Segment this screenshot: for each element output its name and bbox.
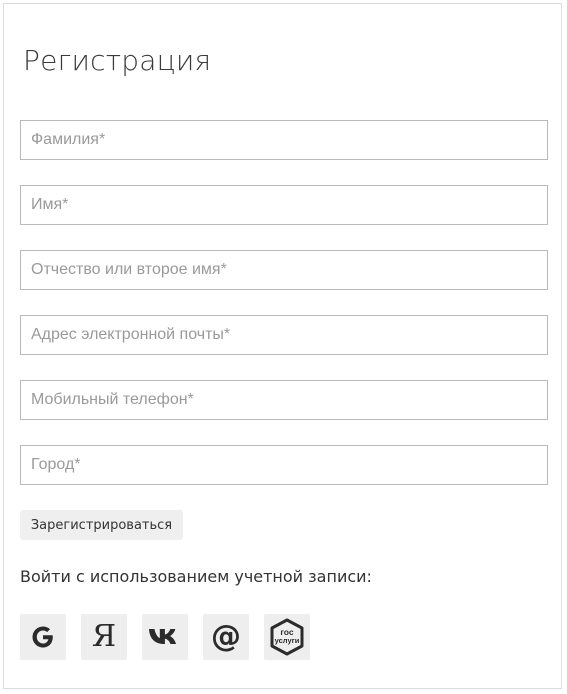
register-button[interactable]: Зарегистрироваться: [20, 510, 183, 540]
yandex-icon: Я: [91, 619, 117, 654]
google-login-button[interactable]: [20, 614, 66, 660]
email-field[interactable]: [20, 315, 548, 355]
gosuslugi-icon: гос услуги: [270, 618, 304, 656]
social-login-label: Войти с использованием учетной записи:: [20, 567, 372, 586]
vk-icon: [149, 629, 176, 644]
vk-login-button[interactable]: [142, 614, 188, 660]
city-field[interactable]: [20, 445, 548, 485]
middle-name-field[interactable]: [20, 250, 548, 290]
gosuslugi-logo-line2: услуги: [275, 636, 300, 645]
gosuslugi-login-button[interactable]: гос услуги: [264, 614, 310, 660]
first-name-field[interactable]: [20, 185, 548, 225]
page-title: Регистрация: [23, 44, 212, 77]
google-icon: [32, 626, 53, 648]
mailru-login-button[interactable]: @: [203, 614, 249, 660]
mail-at-icon: @: [211, 619, 241, 654]
phone-field[interactable]: [20, 380, 548, 420]
registration-panel: Регистрация Зарегистрироваться Войти с и…: [3, 3, 562, 689]
last-name-field[interactable]: [20, 120, 548, 160]
yandex-login-button[interactable]: Я: [81, 614, 127, 660]
